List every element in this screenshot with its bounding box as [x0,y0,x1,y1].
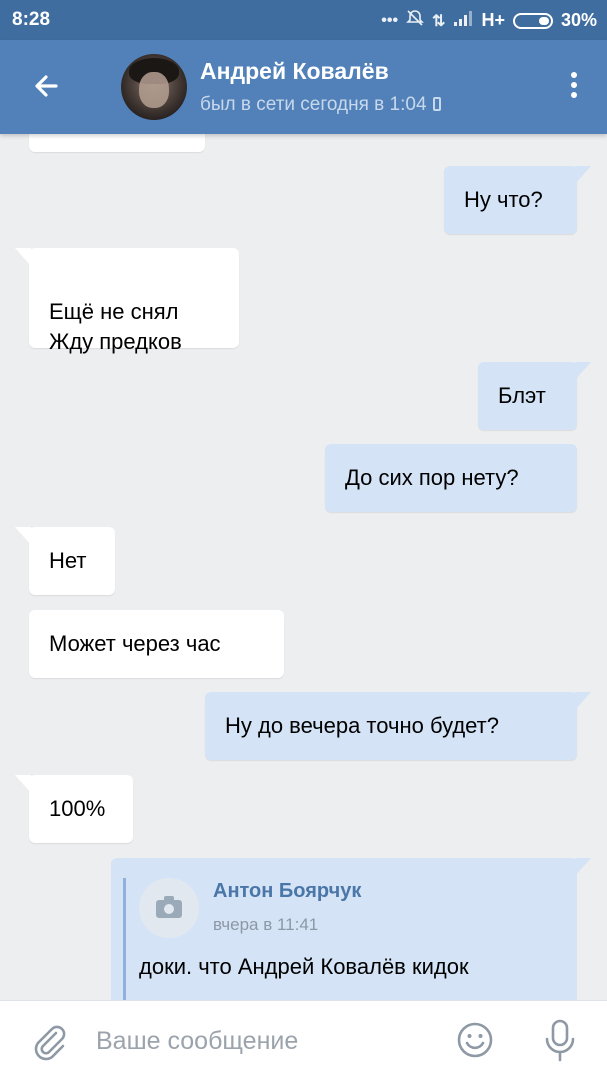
forwarded-message[interactable]: Антон Боярчук вчера в 11:41 доки. что Ан… [111,858,591,1000]
message-bubble-out[interactable]: До сих пор нету? [325,444,577,512]
forward-author-name[interactable]: Антон Боярчук [213,880,361,903]
message-bubble-in[interactable]: Нет [15,527,115,595]
message-list[interactable]: Ну что? Ещё не снял Жду предков Блэт До … [0,134,607,1000]
emoji-icon[interactable] [456,1021,494,1059]
camera-icon [156,896,182,918]
message-bubble-out[interactable]: Ну до вечера точно будет? [205,692,591,760]
message-text: Может через час [49,631,221,656]
forward-text: доки. что Андрей Ковалёв кидок [139,954,469,979]
paperclip-icon[interactable] [26,1019,70,1063]
back-arrow-icon[interactable] [26,64,70,108]
battery-level: 30% [560,10,597,30]
contact-name[interactable]: Андрей Ковалёв [200,58,389,85]
message-text: Ну до вечера точно будет? [225,713,499,738]
forward-bar [123,878,126,1000]
message-input[interactable] [96,1019,426,1063]
message-text: 100% [49,796,106,821]
dots-icon: ••• [381,11,399,29]
message-text: Нет [49,548,87,573]
network-type: H+ [481,10,505,30]
signal-icon [453,10,473,31]
message-bubble-in[interactable]: 100% [15,775,133,843]
status-indicators: ••• ⇅ H+ 30% [381,9,597,32]
status-time: 8:28 [12,9,51,30]
alarm-off-icon [406,9,424,32]
message-text: До сих пор нету? [345,465,519,490]
message-bubble-out[interactable]: Ну что? [444,166,591,234]
battery-icon [512,12,553,29]
contact-status: был в сети сегодня в 1:04 [200,94,441,116]
message-text: Ну что? [464,187,543,212]
mobile-icon [432,97,441,111]
status-bar: 8:28 ••• ⇅ H+ 30% [0,0,607,40]
message-text: Ещё не снял Жду предков [49,299,182,354]
message-bubble-in[interactable]: Ещё не снял Жду предков [15,248,239,354]
message-text: Блэт [498,383,546,408]
avatar[interactable] [121,54,187,120]
forward-author-avatar[interactable] [139,878,199,938]
more-menu-icon[interactable] [569,72,579,102]
message-bubble-out[interactable]: Блэт [478,362,591,430]
last-seen-text: был в сети сегодня в 1:04 [200,94,427,115]
chat-header: Андрей Ковалёв был в сети сегодня в 1:04 [0,40,607,134]
forward-time: вчера в 11:41 [213,915,319,934]
composer-bar [0,1000,607,1080]
microphone-icon[interactable] [540,1018,580,1064]
message-bubble-in[interactable]: Может через час [29,610,284,678]
message-bubble-partial[interactable] [29,134,205,152]
data-icon: ⇅ [432,12,446,30]
